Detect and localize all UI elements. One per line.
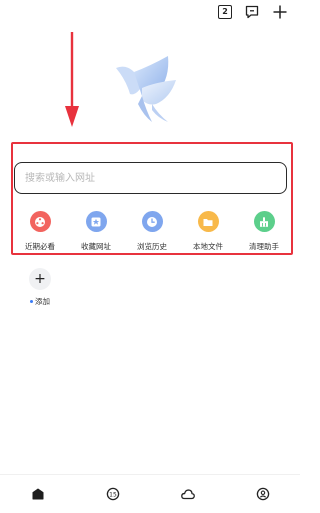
- shortcut-cleaner[interactable]: 清理助手: [242, 211, 286, 252]
- svg-text:15: 15: [109, 491, 117, 498]
- shortcut-label: 清理助手: [249, 242, 279, 251]
- shortcut-label: 收藏网址: [81, 242, 111, 251]
- shortcut-grid: 近期必看 收藏网址 浏览历史 本地文件 清理助手: [18, 211, 286, 252]
- annotation-arrow: [65, 32, 79, 127]
- add-shortcut-label-row: 添加: [30, 296, 50, 307]
- nav-home[interactable]: [18, 479, 58, 509]
- film-reel-icon: [29, 211, 51, 232]
- folder-icon: [197, 211, 219, 232]
- shortcut-bookmarks[interactable]: 收藏网址: [74, 211, 118, 252]
- search-input[interactable]: [14, 162, 287, 194]
- top-toolbar: 2: [218, 4, 288, 20]
- counter-icon: 15: [106, 487, 119, 501]
- bottom-navigation: 15: [0, 474, 300, 513]
- nav-counter[interactable]: 15: [93, 479, 133, 509]
- shortcut-history[interactable]: 浏览历史: [130, 211, 174, 252]
- shortcut-recent-must-watch[interactable]: 近期必看: [18, 211, 62, 252]
- broom-icon: [253, 211, 275, 232]
- clock-icon: [141, 211, 163, 232]
- shortcut-label: 浏览历史: [137, 242, 167, 251]
- shortcut-label: 本地文件: [193, 242, 223, 251]
- nav-profile[interactable]: [243, 479, 283, 509]
- star-bookmark-icon: [85, 211, 107, 232]
- profile-icon: [256, 487, 269, 501]
- nav-cloud[interactable]: [168, 479, 208, 509]
- new-indicator-dot: [30, 300, 33, 303]
- tab-count-icon[interactable]: 2: [218, 5, 232, 19]
- cloud-icon: [180, 489, 195, 500]
- add-shortcut-label: 添加: [35, 297, 50, 306]
- browser-home-page: 2 搜索或输入网址 近期必看 收藏网址 浏览历史 本地文件 清理助手 + 添加 …: [0, 0, 300, 513]
- bird-logo-icon: [116, 56, 176, 122]
- shortcut-label: 近期必看: [25, 242, 55, 251]
- add-shortcut-button[interactable]: +: [29, 268, 51, 290]
- plus-icon: +: [34, 271, 46, 287]
- message-icon[interactable]: [244, 4, 260, 20]
- home-icon: [32, 488, 43, 500]
- shortcut-local-files[interactable]: 本地文件: [186, 211, 230, 252]
- plus-icon[interactable]: [272, 4, 288, 20]
